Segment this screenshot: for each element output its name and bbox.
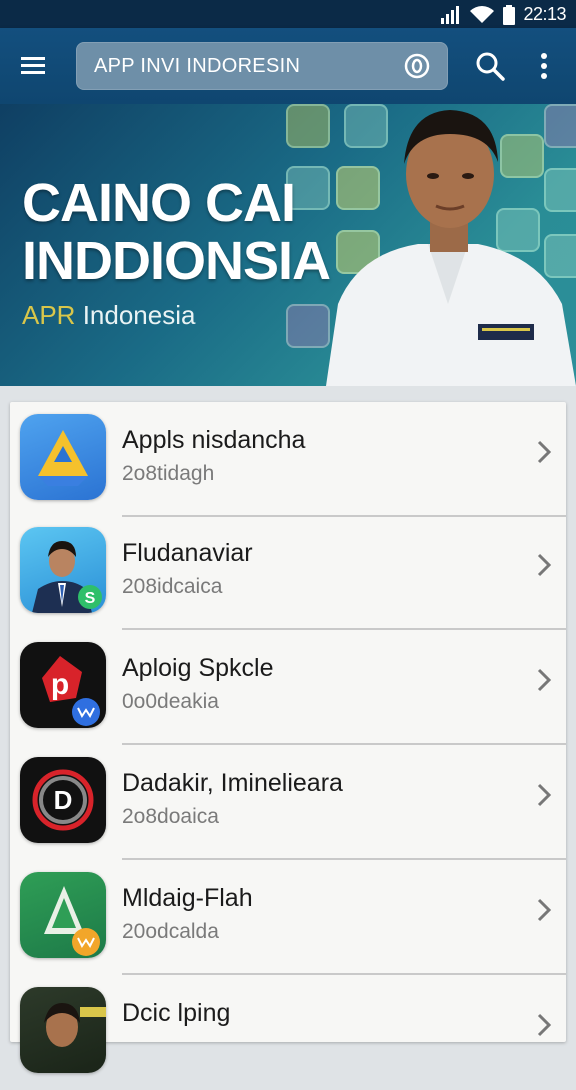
red-p-icon: p (20, 642, 106, 728)
chevron-right-icon (537, 1013, 552, 1037)
chevron-right-icon (537, 440, 552, 464)
status-time: 22:13 (523, 4, 566, 24)
list-item[interactable]: p Aploig Spkcle 0o0deakia (10, 630, 566, 745)
app-meta: 20odcalda (122, 920, 219, 943)
chevron-right-icon (537, 898, 552, 922)
banner-subtitle-accent: APR (22, 300, 76, 330)
app-bar: APP INVI INDORESIN (0, 28, 576, 104)
app-meta: 208idcaica (122, 575, 223, 598)
banner-title-line1: CAINO CAI (22, 173, 296, 233)
app-name: Mldaig-Flah (122, 884, 253, 912)
chevron-right-icon (537, 553, 552, 577)
drive-triangle-icon (20, 414, 106, 500)
svg-text:D: D (54, 785, 73, 815)
app-meta: 2o8doaica (122, 805, 219, 828)
app-name: Dadakir, Iminelieara (122, 769, 343, 797)
list-item[interactable]: D Dadakir, Iminelieara 2o8doaica (10, 745, 566, 860)
status-bar: 22:13 (0, 0, 576, 28)
hamburger-icon[interactable] (18, 50, 50, 82)
list-item[interactable]: Appls nisdancha 2o8tidagh (10, 402, 566, 517)
chevron-right-icon (537, 668, 552, 692)
banner-subtitle: APR Indonesia (22, 300, 195, 331)
profile-icon (20, 987, 106, 1073)
app-list: Appls nisdancha 2o8tidagh S Fludanaviar … (10, 402, 566, 1073)
svg-text:S: S (85, 590, 96, 607)
hero-banner[interactable]: CAINO CAI INDDIONSIA APR Indonesia (0, 104, 576, 386)
battery-icon (503, 4, 516, 25)
search-query: APP INVI INDORESIN (94, 55, 301, 77)
list-item[interactable]: S Fludanaviar 208idcaica (10, 515, 566, 630)
app-meta: 0o0deakia (122, 690, 219, 713)
svg-text:p: p (51, 668, 69, 701)
banner-subtitle-text: Indonesia (75, 300, 196, 330)
wifi-icon (470, 5, 495, 23)
banner-title-line2: INDDIONSIA (22, 231, 331, 291)
signal-icon (441, 5, 460, 24)
search-icon[interactable] (474, 50, 506, 82)
app-name: Fludanaviar (122, 539, 253, 567)
list-item[interactable]: Mldaig-Flah 20odcalda (10, 860, 566, 975)
person-photo (326, 110, 576, 386)
banner-title: CAINO CAI INDDIONSIA (22, 174, 352, 290)
app-name: Appls nisdancha (122, 426, 306, 454)
app-meta: 2o8tidagh (122, 462, 215, 485)
list-item[interactable]: Dcic lping (10, 975, 566, 1090)
app-name: Aploig Spkcle (122, 654, 274, 682)
clear-icon[interactable] (404, 53, 430, 79)
more-vertical-icon[interactable] (534, 50, 554, 82)
chevron-right-icon (537, 783, 552, 807)
green-triangle-icon (20, 872, 106, 958)
d-ring-icon: D (20, 757, 106, 843)
news-anchor-icon: S (20, 527, 106, 613)
search-input[interactable]: APP INVI INDORESIN (76, 42, 448, 90)
